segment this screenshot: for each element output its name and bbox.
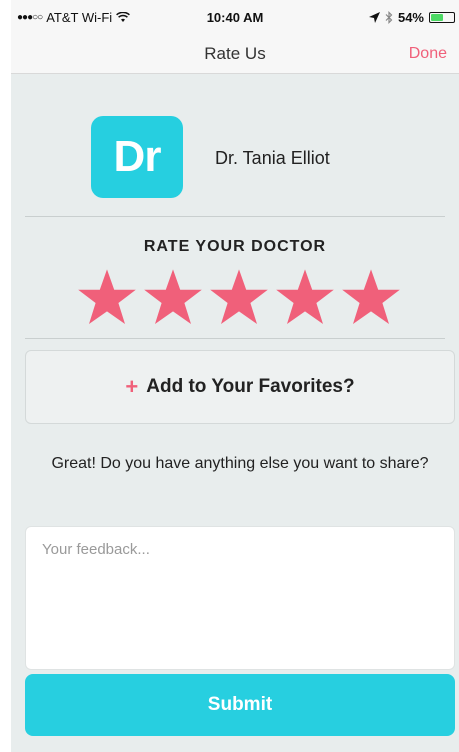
feedback-question: Great! Do you have anything else you wan…	[51, 455, 429, 472]
bluetooth-icon	[385, 11, 393, 24]
status-bar: ●●●○○ AT&T Wi-Fi 10:40 AM 54%	[11, 0, 459, 34]
battery-icon	[429, 12, 455, 23]
battery-percent: 54%	[397, 10, 424, 25]
star-icon[interactable]	[143, 268, 203, 326]
rating-title: RATE YOUR DOCTOR	[143, 238, 327, 255]
doctor-logo: Dr	[91, 116, 183, 198]
done-button[interactable]: Done	[409, 45, 447, 63]
star-icon[interactable]	[77, 268, 137, 326]
star-icon[interactable]	[275, 268, 335, 326]
location-arrow-icon	[368, 12, 380, 23]
add-to-favorites-button[interactable]: + Add to Your Favorites?	[25, 350, 455, 424]
doctor-logo-text: Dr	[113, 132, 162, 181]
star-icon[interactable]	[209, 268, 269, 326]
add-to-favorites-label: Add to Your Favorites?	[146, 376, 355, 397]
plus-icon: +	[125, 374, 139, 399]
battery-fill	[431, 14, 443, 21]
star-rating[interactable]	[77, 268, 407, 328]
feedback-input[interactable]	[25, 526, 455, 670]
page-title: Rate Us	[204, 44, 266, 63]
star-icon[interactable]	[341, 268, 401, 326]
nav-bar: Rate Us Done	[11, 34, 459, 74]
status-right: 54%	[368, 10, 455, 25]
submit-button[interactable]: Submit	[25, 674, 455, 736]
phone-screen: ●●●○○ AT&T Wi-Fi 10:40 AM 54% Rate Us Do…	[11, 0, 459, 752]
divider	[25, 216, 445, 217]
divider	[25, 338, 445, 339]
doctor-name: Dr. Tania Elliot	[215, 148, 330, 168]
